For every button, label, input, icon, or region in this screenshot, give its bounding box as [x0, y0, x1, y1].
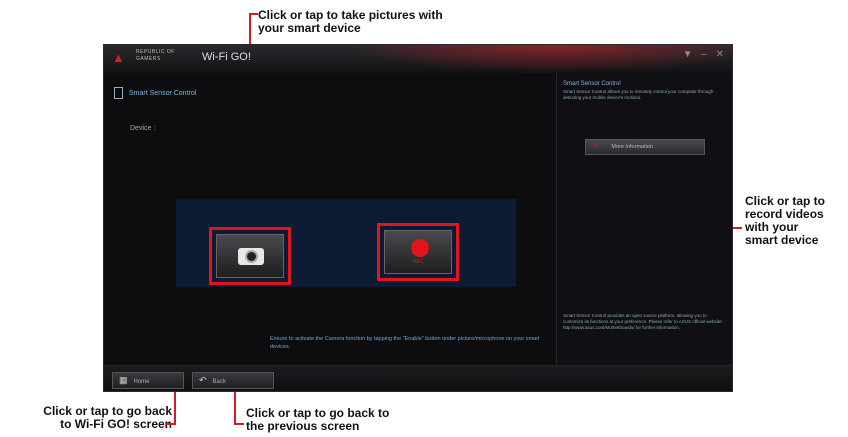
callout-take-pictures: Click or tap to take pictures with your … — [258, 9, 443, 35]
callout-line: smart device — [745, 233, 819, 247]
take-picture-button[interactable] — [209, 227, 291, 285]
home-label: Home — [133, 379, 150, 385]
back-button[interactable]: ↶ Back — [192, 372, 274, 389]
callout-go-back: Click or tap to go back to the previous … — [246, 407, 389, 433]
callout-go-home: Click or tap to go back to Wi-Fi GO! scr… — [6, 405, 172, 431]
callout-record-videos: Click or tap to record videos with your … — [745, 195, 825, 247]
rog-logo-icon: ▲ — [112, 50, 125, 65]
back-arrow-icon: ↶ — [199, 375, 207, 385]
more-information-button[interactable]: ? More Information — [585, 139, 705, 155]
callout-connector — [234, 423, 244, 425]
camera-hint: Ensure to activate the Camera function b… — [270, 336, 540, 350]
camera-lens — [245, 250, 258, 263]
module-title: Smart Sensor Control — [129, 89, 197, 97]
camera-icon — [238, 248, 264, 265]
window-controls: ▼ – ✕ — [677, 49, 724, 60]
minimize-icon[interactable]: – — [701, 49, 707, 60]
brand-line: REPUBLIC OF — [136, 49, 175, 55]
record-label: REC — [412, 259, 424, 265]
app-window: ▲ REPUBLIC OF GAMERS Wi-Fi GO! ▼ – ✕ Sma… — [103, 44, 733, 392]
title-glow — [344, 45, 732, 73]
button-face — [216, 234, 284, 278]
main-panel: Smart Sensor Control Device : REC Ensure… — [104, 73, 556, 365]
dropdown-icon[interactable]: ▼ — [683, 49, 693, 60]
device-label: Device : — [130, 125, 156, 132]
title-bar: ▲ REPUBLIC OF GAMERS Wi-Fi GO! ▼ – ✕ — [104, 45, 732, 73]
info-footer: Smart Sensor Control provides an open so… — [563, 313, 723, 330]
record-video-button[interactable]: REC — [377, 223, 459, 281]
button-face: REC — [384, 230, 452, 274]
home-button[interactable]: ▦ Home — [112, 372, 184, 389]
callout-line: your smart device — [258, 21, 361, 35]
back-label: Back — [212, 379, 226, 385]
callout-line: to Wi-Fi GO! screen — [60, 417, 172, 431]
callout-connector — [166, 423, 176, 425]
app-title: Wi-Fi GO! — [202, 51, 251, 63]
info-title: Smart Sensor Control — [563, 81, 621, 87]
info-panel: Smart Sensor Control Smart Sensor Contro… — [556, 73, 732, 365]
smartphone-icon — [114, 87, 123, 99]
more-information-label: More Information — [611, 144, 653, 150]
brand-line: GAMERS — [136, 56, 161, 62]
home-icon: ▦ — [119, 375, 128, 385]
record-icon — [411, 239, 429, 257]
module-header: Smart Sensor Control — [114, 87, 196, 99]
brand-label: REPUBLIC OF GAMERS — [136, 49, 175, 63]
close-icon[interactable]: ✕ — [716, 49, 724, 60]
question-icon: ? — [594, 144, 598, 150]
callout-line: the previous screen — [246, 419, 360, 433]
info-description: Smart Sensor Control allows you to remot… — [563, 89, 714, 100]
bottom-bar: ▦ Home ↶ Back — [104, 365, 732, 391]
